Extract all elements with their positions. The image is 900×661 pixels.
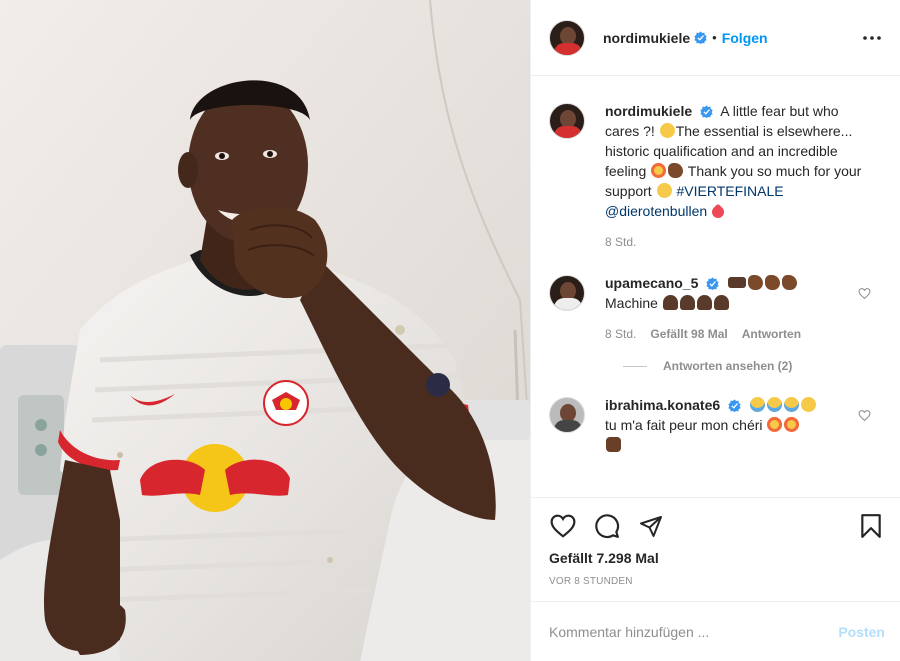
author-username[interactable]: nordimukiele — [603, 30, 690, 46]
comment-username[interactable]: upamecano_5 — [605, 275, 698, 291]
star-struck-emoji-icon — [784, 417, 800, 432]
action-icons — [549, 498, 885, 554]
red-heart-emoji-icon — [709, 203, 727, 221]
comment-time: 8 Std. — [605, 327, 637, 341]
post-panel: nordimukiele • Folgen nordimukiele A lit… — [530, 0, 900, 661]
comment-body: tu m'a fait peur mon chéri — [605, 417, 763, 433]
more-options-icon[interactable] — [860, 26, 884, 50]
comment-like-heart-icon[interactable] — [858, 287, 871, 300]
view-replies-label: Antworten ansehen (2) — [663, 359, 793, 373]
post-timestamp: VOR 8 STUNDEN — [549, 576, 633, 587]
verified-badge-icon — [700, 105, 713, 118]
verified-badge-icon — [694, 31, 707, 44]
crying-emoji-icon — [750, 397, 766, 412]
paper-plane-icon[interactable] — [637, 512, 665, 540]
post-header: nordimukiele • Folgen — [531, 0, 900, 76]
comment-icon[interactable] — [593, 512, 621, 540]
caption-avatar[interactable] — [549, 103, 585, 139]
add-comment-bar: Posten — [531, 601, 900, 661]
bookmark-icon[interactable] — [857, 512, 885, 540]
reply-button[interactable]: Antworten — [742, 327, 801, 341]
crying-emoji-icon — [784, 397, 800, 412]
laughing-emoji-icon — [659, 123, 675, 138]
praying-hands-emoji-icon — [679, 295, 695, 310]
comment-avatar[interactable] — [549, 275, 585, 311]
comment-meta: 8 Std. Gefällt 98 Mal Antworten — [605, 327, 867, 341]
flexed-biceps-emoji-icon — [765, 275, 781, 290]
comment-username[interactable]: ibrahima.konate6 — [605, 397, 720, 413]
post-actions: Gefällt 7.298 Mal VOR 8 STUNDEN — [531, 497, 900, 601]
star-struck-emoji-icon — [651, 163, 667, 178]
caption-meta: 8 Std. — [605, 235, 867, 249]
author-avatar[interactable] — [549, 19, 585, 56]
caption-username[interactable]: nordimukiele — [605, 103, 692, 119]
verified-badge-icon — [706, 277, 720, 290]
comments-list[interactable]: nordimukiele A little fear but who cares… — [531, 77, 900, 497]
view-replies-button[interactable]: Antworten ansehen (2) — [605, 359, 885, 373]
flexed-biceps-emoji-icon — [748, 275, 764, 290]
praying-hands-emoji-icon — [696, 295, 712, 310]
caption-text: nordimukiele A little fear but who cares… — [605, 101, 867, 221]
star-struck-emoji-icon — [767, 417, 783, 432]
heart-icon[interactable] — [549, 512, 577, 540]
comment-text: upamecano_5 Machine — [605, 273, 867, 313]
comment-avatar[interactable] — [549, 397, 585, 433]
flexed-biceps-emoji-icon — [668, 163, 684, 178]
fist-emoji-icon — [606, 437, 621, 452]
caption: nordimukiele A little fear but who cares… — [549, 101, 885, 249]
comment-item: upamecano_5 Machine 8 Std. Gefällt 98 Ma… — [549, 273, 885, 341]
likes-count[interactable]: Gefällt 7.298 Mal — [549, 550, 885, 566]
praying-hands-emoji-icon — [662, 295, 678, 310]
comment-text: ibrahima.konate6 tu m'a fait peur mon ch… — [605, 395, 867, 455]
mention-link[interactable]: @dierotenbullen — [605, 203, 707, 219]
kiss-emoji-icon — [656, 183, 672, 198]
player-photo — [0, 0, 530, 661]
comment-input[interactable] — [549, 623, 839, 640]
verified-badge-icon — [728, 399, 741, 412]
follow-button[interactable]: Folgen — [722, 30, 768, 46]
comment-like-heart-icon[interactable] — [858, 409, 871, 422]
comment-body: Machine — [605, 295, 658, 311]
flexed-biceps-emoji-icon — [782, 275, 798, 290]
post-photo[interactable] — [0, 0, 530, 661]
pointing-hand-emoji-icon — [728, 277, 747, 288]
crying-emoji-icon — [767, 397, 783, 412]
comment-item: ibrahima.konate6 tu m'a fait peur mon ch… — [549, 395, 885, 455]
comment-likes[interactable]: Gefällt 98 Mal — [650, 327, 727, 341]
laughing-emoji-icon — [801, 397, 817, 412]
caption-time: 8 Std. — [605, 235, 637, 249]
praying-hands-emoji-icon — [713, 295, 729, 310]
replies-divider — [623, 365, 647, 367]
hashtag-link[interactable]: #VIERTEFINALE — [676, 183, 783, 199]
separator-dot: • — [712, 30, 717, 45]
post-button[interactable]: Posten — [838, 624, 885, 640]
